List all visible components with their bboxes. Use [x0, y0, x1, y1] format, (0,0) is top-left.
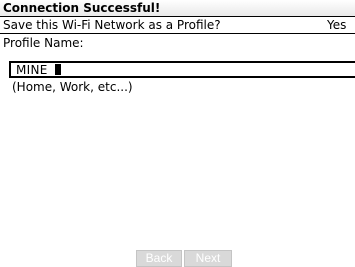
profile-name-value[interactable]: MINE_	[16, 63, 61, 77]
next-button[interactable]: Next	[184, 250, 232, 267]
text-cursor	[54, 64, 61, 75]
page-title: Connection Successful!	[3, 1, 161, 15]
title-bar: Connection Successful!	[0, 0, 355, 17]
save-profile-row[interactable]: Save this Wi-Fi Network as a Profile? Ye…	[0, 17, 355, 34]
profile-name-hint: (Home, Work, etc...)	[12, 80, 133, 94]
save-profile-label: Save this Wi-Fi Network as a Profile?	[3, 18, 221, 32]
profile-name-field[interactable]: MINE_	[9, 61, 355, 78]
save-profile-choice[interactable]: Yes	[327, 18, 346, 32]
back-button[interactable]: Back	[136, 250, 182, 267]
profile-name-text: MINE_	[16, 63, 54, 77]
profile-name-label: Profile Name:	[3, 36, 84, 50]
